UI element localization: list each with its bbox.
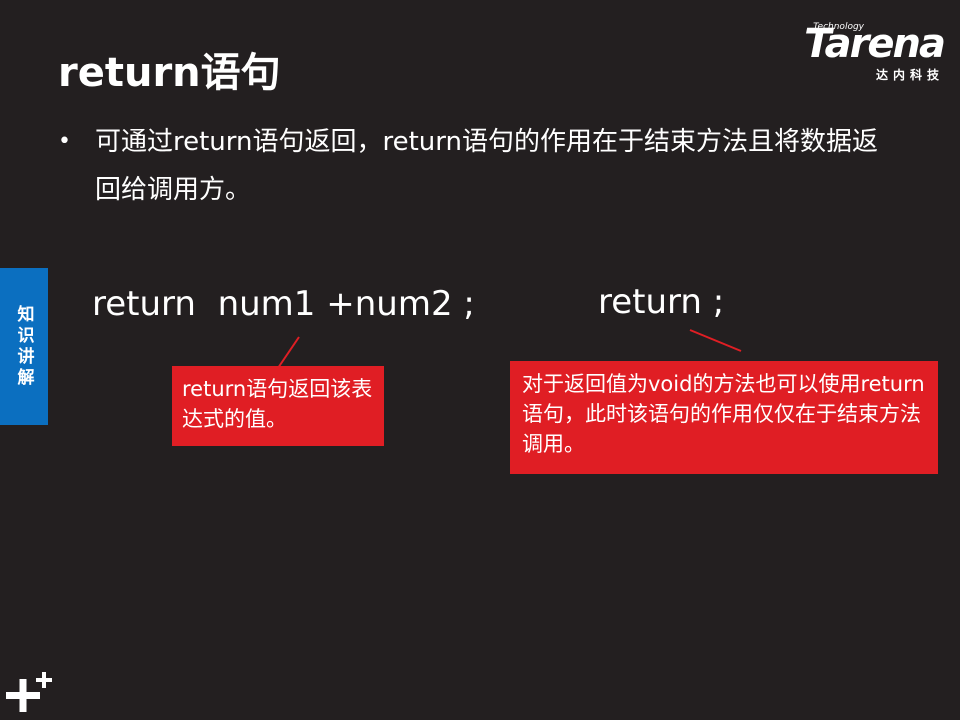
callout-pointer-2 [689, 329, 742, 352]
callout-return-void: 对于返回值为void的方法也可以使用return语句，此时该语句的作用仅仅在于结… [510, 361, 938, 474]
bullet-dot-icon: • [58, 129, 71, 154]
code-example-return-void: return ; [598, 282, 725, 322]
bullet-text: 可通过return语句返回，return语句的作用在于结束方法且将数据返回给调用… [95, 127, 878, 205]
callout-pointer-lines [277, 329, 742, 369]
slide-title: return语句 [58, 50, 281, 96]
side-tab-knowledge: 知识讲解 [0, 268, 48, 425]
code-example-return-expression: return num1 +num2 ; [92, 284, 475, 324]
bullet-item: • 可通过return语句返回，return语句的作用在于结束方法且将数据返回给… [58, 118, 878, 214]
callout-return-value: return语句返回该表达式的值。 [172, 366, 384, 446]
tarena-logo: Technology Tarena 达内科技 [778, 21, 946, 84]
plus-plus-icon [6, 672, 52, 712]
logo-chinese-name: 达内科技 [875, 68, 944, 82]
logo-wordmark: Tarena [804, 21, 946, 67]
side-tab-label: 知识讲解 [13, 304, 34, 389]
callout-pointer-1 [277, 336, 300, 369]
